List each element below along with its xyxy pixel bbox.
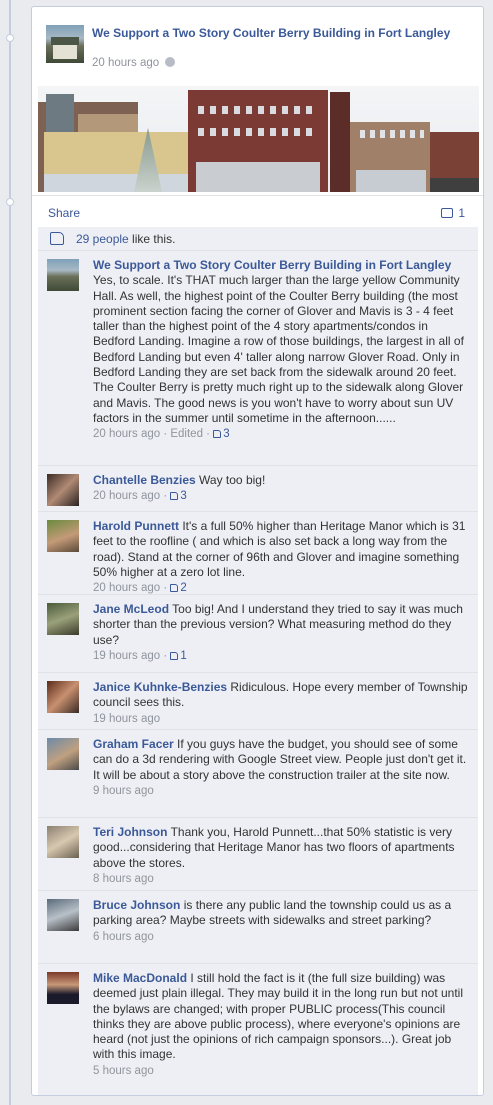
comment-item: Jane McLeod Too big! And I understand th… [38,595,478,673]
share-link[interactable]: Share [48,206,80,220]
user-avatar[interactable] [47,972,79,1004]
comment-item: Teri Johnson Thank you, Harold Punnett..… [38,818,478,891]
likes-count-link[interactable]: 29 people [76,232,129,246]
comment-like-count[interactable]: 3 [223,428,229,440]
comment-author[interactable]: Chantelle Benzies [93,473,196,487]
comment-text: Way too big! [195,473,266,487]
like-icon [213,430,222,439]
comment-item: Chantelle Benzies Way too big! 20 hours … [38,466,478,512]
comment-like-count[interactable]: 1 [180,650,186,662]
user-avatar[interactable] [47,520,79,552]
post-time-text[interactable]: 20 hours ago [92,57,159,69]
comment-time[interactable]: 19 hours ago [93,713,160,725]
comment-meta: 19 hours ago [93,712,473,727]
comment-body: Chantelle Benzies Way too big! 20 hours … [93,473,473,505]
likes-summary: 29 people like this. [38,227,478,251]
comment-item: Graham Facer If you guys have the budget… [38,730,478,818]
comment-body: Teri Johnson Thank you, Harold Punnett..… [93,825,473,887]
comment-author[interactable]: Bruce Johnson [93,898,180,912]
user-avatar[interactable] [47,738,79,770]
comment-body: Mike MacDonald I still hold the fact is … [93,971,473,1079]
comment-time[interactable]: 8 hours ago [93,873,154,885]
likes-text: 29 people like this. [76,232,175,246]
comment-meta: 9 hours ago [93,784,473,799]
comment-author[interactable]: Janice Kuhnke-Benzies [93,680,227,694]
thumbs-up-icon [50,232,64,245]
comment-time[interactable]: 20 hours ago [93,428,160,440]
globe-icon [165,57,176,67]
comment-author[interactable]: Teri Johnson [93,825,167,839]
comment-body: Harold Punnett It's a full 50% higher th… [93,519,473,596]
comment-item: Bruce Johnson is there any public land t… [38,891,478,964]
user-avatar[interactable] [47,603,79,635]
comment-author[interactable]: Mike MacDonald [93,971,187,985]
comment-author[interactable]: We Support a Two Story Coulter Berry Bui… [93,258,451,272]
comment-meta: 6 hours ago [93,930,473,945]
page-name-link[interactable]: We Support a Two Story Coulter Berry Bui… [92,25,472,41]
comment-body: Janice Kuhnke-Benzies Ridiculous. Hope e… [93,680,473,727]
comment-author[interactable]: Harold Punnett [93,519,179,533]
comment-body: Jane McLeod Too big! And I understand th… [93,602,473,664]
comment-time[interactable]: 5 hours ago [93,1065,154,1077]
comment-text: Yes, to scale. It's THAT much larger tha… [93,273,464,425]
timeline-dot [6,34,14,42]
comment-body: We Support a Two Story Coulter Berry Bui… [93,258,473,443]
comment-like-count[interactable]: 3 [180,490,186,502]
comment-time[interactable]: 20 hours ago [93,490,160,502]
page-avatar[interactable] [46,25,84,63]
comment-item: Janice Kuhnke-Benzies Ridiculous. Hope e… [38,673,478,730]
comment-item: Harold Punnett It's a full 50% higher th… [38,512,478,595]
edited-label[interactable]: · Edited · [160,428,213,440]
timeline-dot [6,198,14,206]
like-icon [170,584,179,593]
building-rendering-image[interactable] [38,86,479,192]
page-avatar-small[interactable] [47,259,79,291]
comment-body: Bruce Johnson is there any public land t… [93,898,473,945]
user-avatar[interactable] [47,826,79,858]
comment-time[interactable]: 6 hours ago [93,931,154,943]
comment-time[interactable]: 9 hours ago [93,785,154,797]
comment-item: We Support a Two Story Coulter Berry Bui… [38,251,478,466]
comment-author[interactable]: Jane McLeod [93,602,169,616]
comment-count-link[interactable]: 1 [441,206,465,220]
comment-time[interactable]: 20 hours ago [93,582,160,594]
post-card: We Support a Two Story Coulter Berry Bui… [31,6,484,1096]
comment-icon [441,208,454,218]
comment-like-count[interactable]: 2 [180,582,186,594]
comment-item: Mike MacDonald I still hold the fact is … [38,964,478,1095]
user-avatar[interactable] [47,474,79,506]
comment-count: 1 [458,206,465,220]
comment-meta: 20 hours ago · 3 [93,490,187,503]
comment-meta: 8 hours ago [93,872,473,887]
likes-suffix: like this. [128,232,176,246]
action-bar: Share 1 [32,195,483,227]
comment-time[interactable]: 19 hours ago [93,650,160,662]
timeline-line [9,0,11,1105]
comment-meta: 19 hours ago · 1 [93,649,187,662]
like-icon [170,492,179,501]
like-icon [170,651,179,660]
post-header: We Support a Two Story Coulter Berry Bui… [32,7,483,89]
comment-meta: 5 hours ago [93,1064,473,1079]
comment-author[interactable]: Graham Facer [93,737,174,751]
post-timestamp[interactable]: 20 hours ago [92,57,176,69]
comment-body: Graham Facer If you guys have the budget… [93,737,473,799]
comment-meta: 20 hours ago · Edited · 3 [93,427,473,442]
user-avatar[interactable] [47,681,79,713]
user-avatar[interactable] [47,899,79,931]
